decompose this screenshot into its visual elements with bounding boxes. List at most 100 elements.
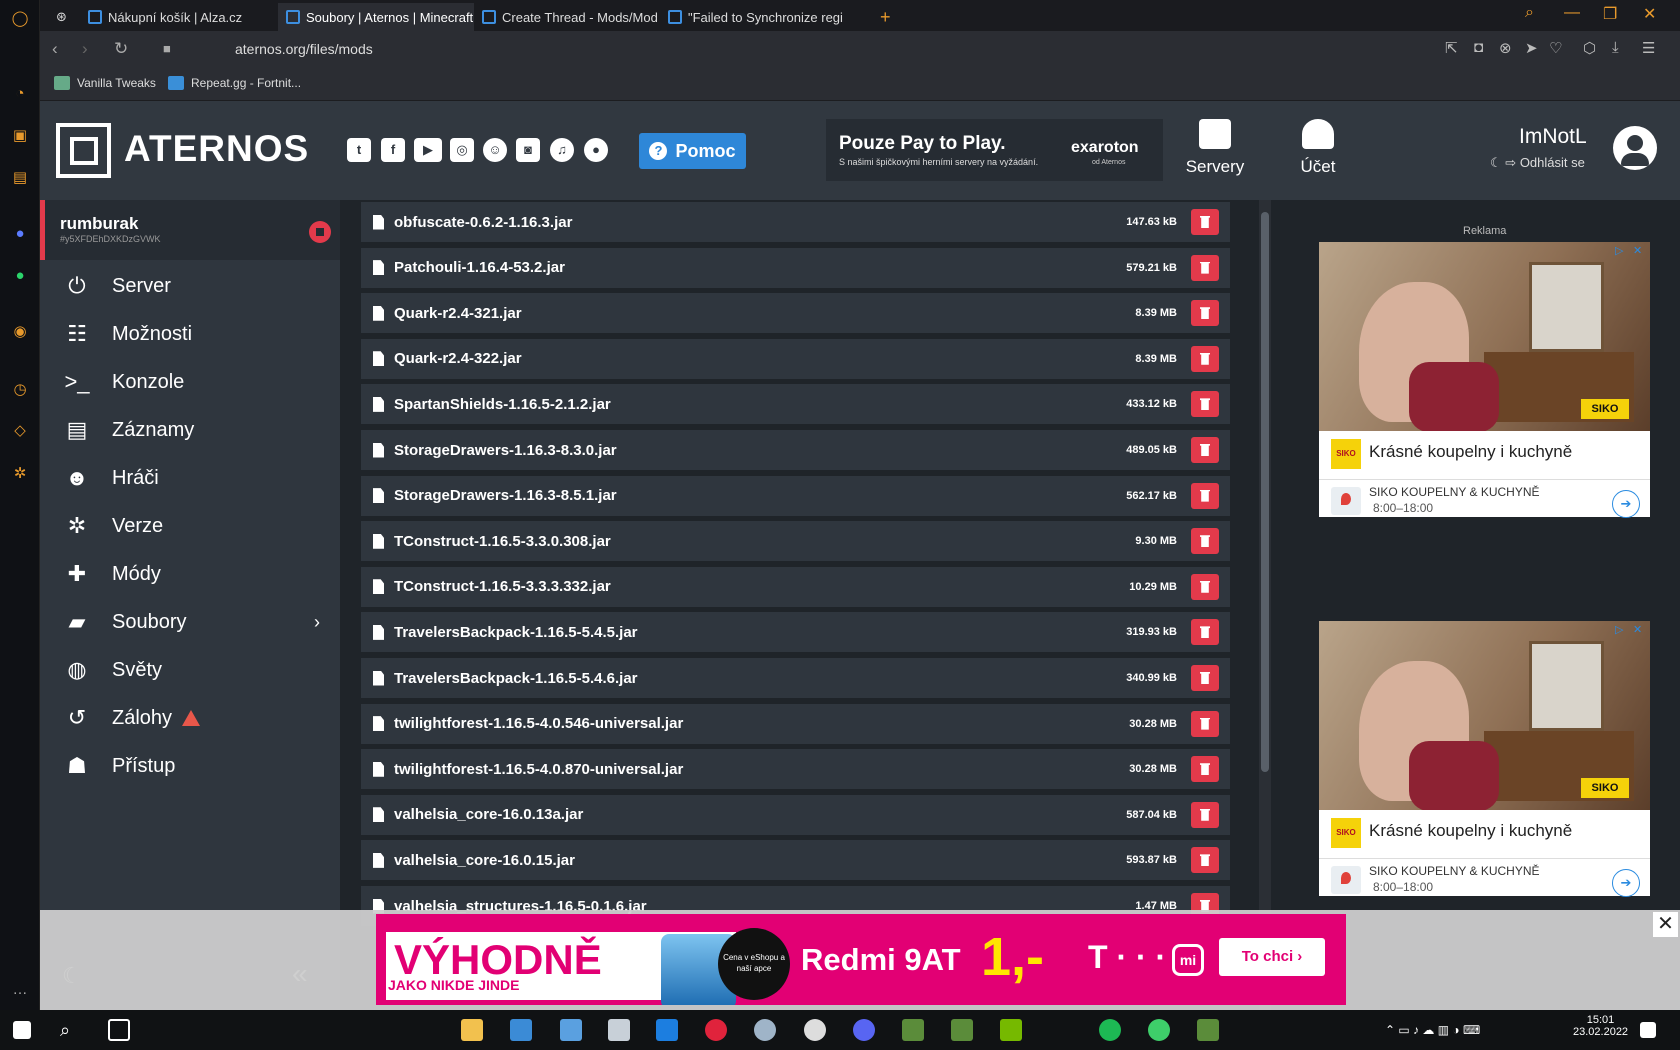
file-name[interactable]: valhelsia_core-16.0.15.jar [394,852,1126,869]
stop-server-button[interactable] [309,221,331,243]
opera-logo-icon[interactable]: ◯ [10,9,30,29]
system-tray[interactable]: ⌃ ▭ ♪ ☁ ▥ ◑ ⌨ [1385,1019,1525,1041]
delete-button[interactable] [1191,710,1219,737]
delete-button[interactable] [1191,391,1219,418]
delete-button[interactable] [1191,619,1219,646]
sidebar-item-files[interactable]: ▰ Soubory › [40,600,340,644]
minecraft-icon[interactable] [1197,1019,1219,1041]
side-ad[interactable]: SIKO ▷ ✕ SIKO Krásné koupelny i kuchyně … [1319,242,1650,518]
headset-icon[interactable]: ♫ [550,138,574,162]
delete-button[interactable] [1191,437,1219,463]
sidebar-item-options[interactable]: ☷ Možnosti [40,312,340,356]
delete-button[interactable] [1191,801,1219,828]
twitter-icon[interactable]: t [347,138,371,162]
delete-button[interactable] [1191,665,1219,691]
file-row[interactable]: Quark-r2.4-321.jar 8.39 MB [361,293,1230,334]
flow-icon[interactable]: ➤ [1525,39,1538,57]
file-row[interactable]: TConstruct-1.16.5-3.3.3.332.jar 10.29 MB [361,566,1230,607]
search-icon[interactable]: ⌕ [60,1019,82,1041]
cube-icon[interactable]: ⬡ [1583,39,1596,57]
file-name[interactable]: twilightforest-1.16.5-4.0.546-universal.… [394,715,1129,732]
discord-icon[interactable]: ◙ [516,138,540,162]
minimize-icon[interactable]: — [1564,4,1580,22]
delete-button[interactable] [1191,482,1219,509]
easy-setup-icon[interactable]: ☰ [1642,39,1655,57]
file-row[interactable]: StorageDrawers-1.16.3-8.5.1.jar 562.17 kB [361,475,1230,516]
close-window-icon[interactable]: ✕ [1643,4,1656,24]
windows-start-icon[interactable] [13,1021,31,1039]
logout-link[interactable]: ☾ ⇨ Odhlásit se [1490,155,1585,171]
app-icon[interactable] [1148,1019,1170,1041]
file-name[interactable]: valhelsia_core-16.0.13a.jar [394,806,1126,823]
adchoices-icon[interactable]: ▷ [1615,244,1623,257]
task-view-icon[interactable] [108,1019,130,1041]
file-name[interactable]: TravelersBackpack-1.16.5-5.4.6.jar [394,670,1126,687]
file-row[interactable]: obfuscate-0.6.2-1.16.3.jar 147.63 kB [361,202,1230,242]
tab-create-thread[interactable]: Create Thread - Mods/Mod ✕ [474,3,660,31]
app-icon[interactable] [608,1019,630,1041]
server-card[interactable]: rumburak #y5XFDEhDXKDzGVWK [40,200,340,260]
history-clock-icon[interactable]: ◷ [10,380,30,400]
ad-close-icon[interactable]: ✕ [1633,623,1642,636]
logo-text[interactable]: ATERNOS [124,128,309,170]
twitch-icon[interactable]: ▤ [10,168,30,188]
delete-button[interactable] [1191,345,1219,372]
file-row[interactable]: Patchouli-1.16.4-53.2.jar 579.21 kB [361,247,1230,288]
delete-button[interactable] [1191,847,1219,874]
banner-cta-button[interactable]: To chci › [1219,938,1325,976]
game-tab-icon[interactable]: ⊛ [48,3,78,31]
nav-servers[interactable]: Servery [1170,119,1260,177]
back-icon[interactable]: ‹ [52,39,58,59]
discord-icon[interactable] [853,1019,875,1041]
adchoices-icon[interactable]: ▷ [1615,623,1623,636]
scrollbar-thumb[interactable] [1261,212,1269,772]
file-row[interactable]: twilightforest-1.16.5-4.0.546-universal.… [361,703,1230,744]
aternos-logo-icon[interactable] [56,123,111,178]
file-name[interactable]: TConstruct-1.16.5-3.3.3.332.jar [394,578,1129,595]
file-row[interactable]: TravelersBackpack-1.16.5-5.4.5.jar 319.93… [361,612,1230,653]
file-name[interactable]: Quark-r2.4-321.jar [394,305,1135,322]
help-button[interactable]: ? Pomoc [639,133,746,169]
youtube-icon[interactable]: ▶ [414,138,442,162]
github-icon[interactable]: ● [584,138,608,162]
spotify-icon[interactable] [1099,1019,1121,1041]
file-name[interactable]: StorageDrawers-1.16.3-8.3.0.jar [394,442,1126,459]
bookmark-repeat-gg[interactable]: Repeat.gg - Fortnit... [168,76,301,90]
messenger-icon[interactable]: ● [10,224,30,244]
directions-icon[interactable]: ➔ [1612,490,1640,518]
avatar[interactable] [1613,126,1657,170]
file-row[interactable]: TConstruct-1.16.5-3.3.0.308.jar 9.30 MB [361,521,1230,562]
sidebar-item-access[interactable]: ☗ Přístup [40,744,340,788]
maximize-icon[interactable]: ❐ [1603,4,1617,24]
file-row[interactable]: twilightforest-1.16.5-4.0.870-universal.… [361,749,1230,790]
header-ad[interactable]: Pouze Pay to Play. S našimi špičkovými h… [826,119,1163,181]
bookmark-vanilla-tweaks[interactable]: Vanilla Tweaks [54,76,156,90]
minecraft-icon[interactable] [951,1019,973,1041]
sidebar-item-console[interactable]: >_ Konzole [40,360,340,404]
file-name[interactable]: Patchouli-1.16.4-53.2.jar [394,259,1126,276]
app-icon[interactable] [560,1019,582,1041]
delete-button[interactable] [1191,528,1219,555]
file-name[interactable]: StorageDrawers-1.16.3-8.5.1.jar [394,487,1126,504]
speed-dial-icon[interactable]: ◔ [10,84,30,104]
tab-alza[interactable]: Nákupní košík | Alza.cz ✕ [80,3,300,31]
side-ad[interactable]: SIKO ▷ ✕ SIKO Krásné koupelny i kuchyně … [1319,621,1650,897]
download-icon[interactable]: ⤓ [1612,39,1619,56]
sidebar-item-mods[interactable]: ✚ Módy [40,552,340,596]
reddit-icon[interactable]: ☺ [483,138,507,162]
settings-icon[interactable]: ✲ [10,464,30,484]
opera-icon[interactable] [705,1019,727,1041]
sidebar-item-server[interactable]: ⏻ Server [40,264,340,308]
sidebar-item-backups[interactable]: ↺ Zálohy [40,696,340,740]
file-row[interactable]: TravelersBackpack-1.16.5-5.4.6.jar 340.99… [361,658,1230,698]
file-row[interactable]: StorageDrawers-1.16.3-8.3.0.jar 489.05 kB [361,430,1230,470]
file-name[interactable]: TConstruct-1.16.5-3.3.0.308.jar [394,533,1135,550]
more-icon[interactable]: … [10,980,30,1000]
clock[interactable]: 15:01 23.02.2022 [1573,1014,1628,1038]
delete-button[interactable] [1191,209,1219,235]
sidebar-item-players[interactable]: ☻ Hráči [40,456,340,500]
close-tab-icon[interactable]: ✕ [843,9,846,25]
delete-button[interactable] [1191,756,1219,783]
directions-icon[interactable]: ➔ [1612,869,1640,897]
delete-button[interactable] [1191,573,1219,600]
